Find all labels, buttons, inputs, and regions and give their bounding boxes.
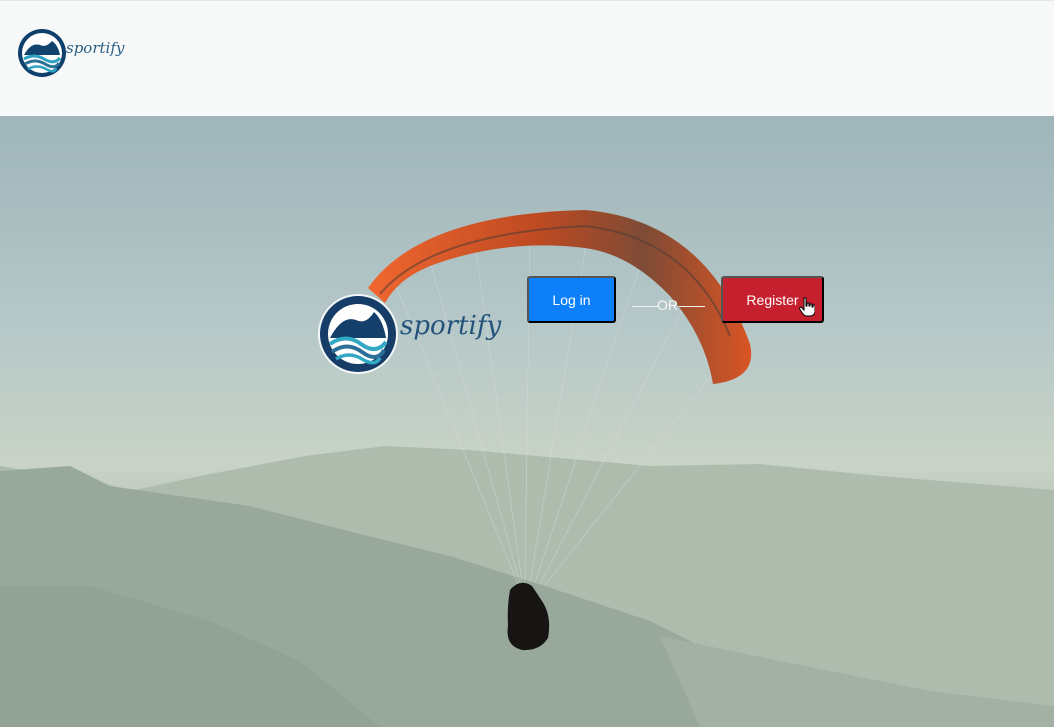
or-divider-right [679,306,705,307]
or-divider-left [632,306,658,307]
top-navbar: sportify [0,0,1054,116]
hero-logo[interactable]: sportify [316,292,501,376]
sportify-logo-icon [318,294,398,374]
login-button[interactable]: Log in [527,276,616,323]
hero-section: sportify Log in OR Register [0,116,1054,727]
header-logo[interactable]: sportify [16,27,124,79]
hand-pointer-icon [799,297,815,317]
sportify-logo-icon [18,29,66,77]
or-label: OR [657,297,678,313]
hero-brand-name: sportify [400,311,502,341]
paragliding-background-image [0,210,1054,727]
header-brand-name: sportify [66,39,125,57]
